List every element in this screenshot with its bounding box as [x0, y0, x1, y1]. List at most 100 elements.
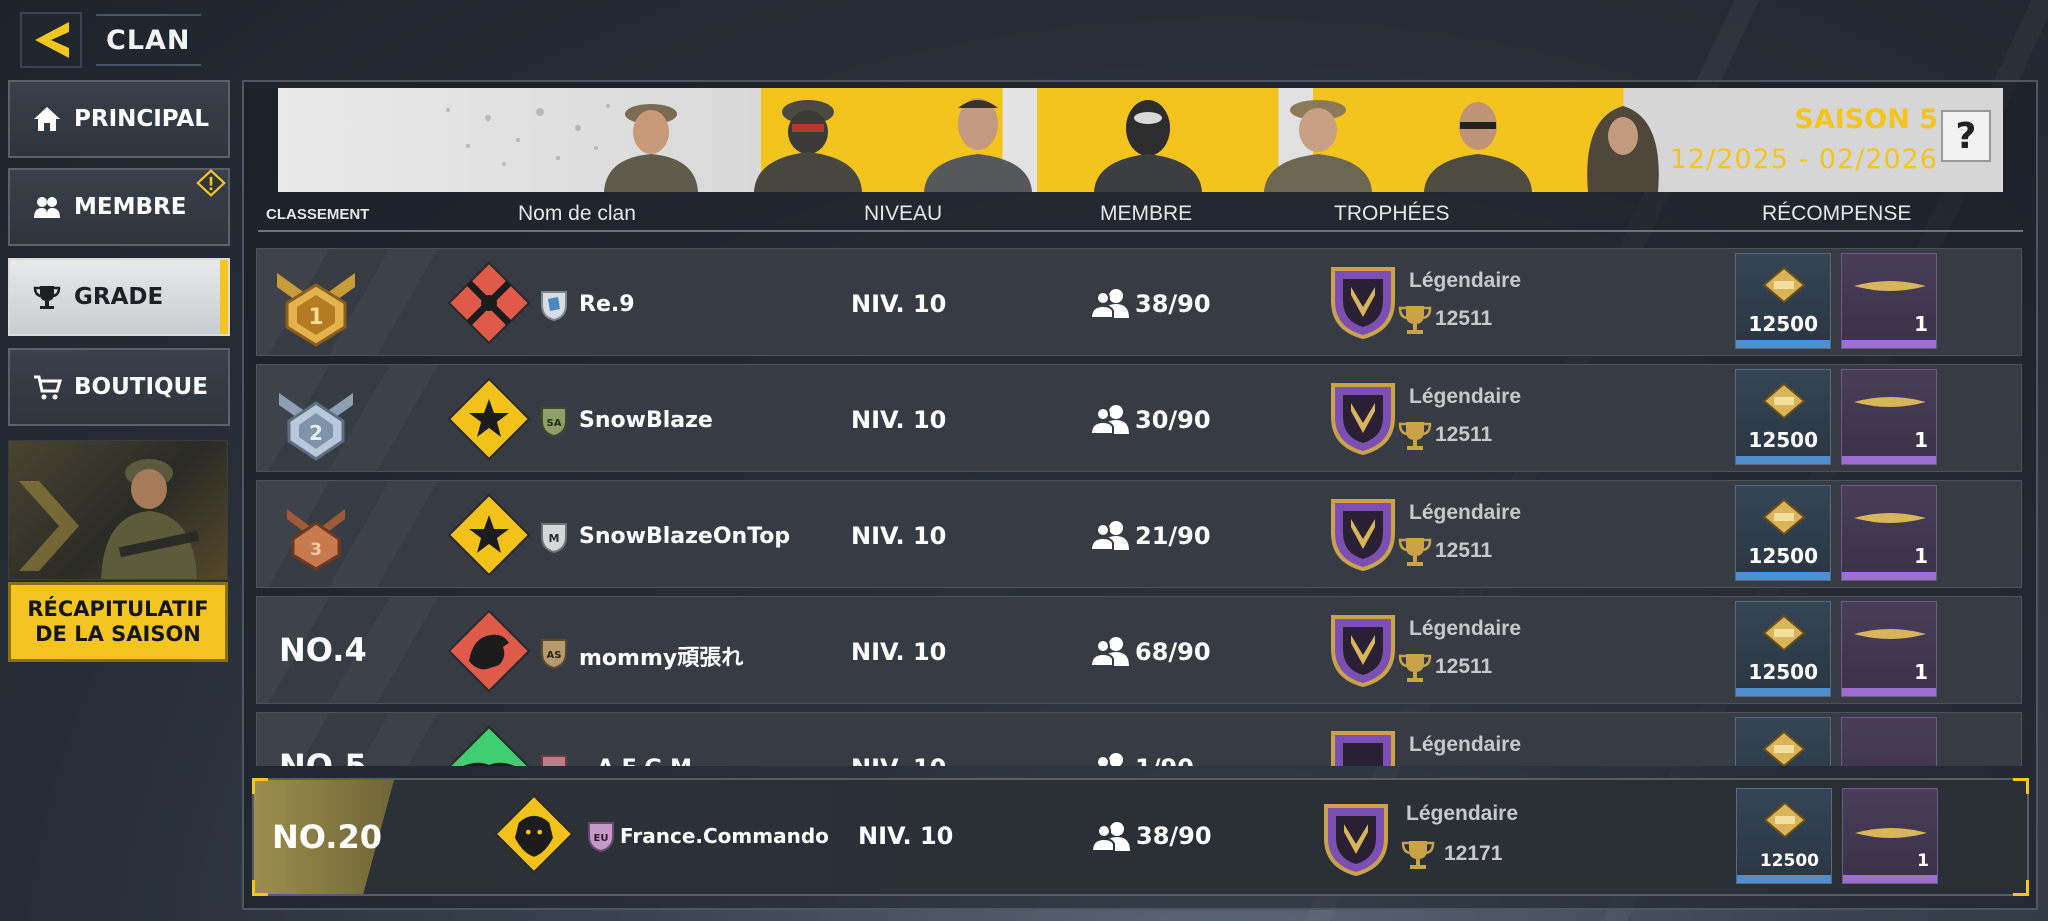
reward-points-box[interactable]: 12500: [1735, 253, 1831, 349]
leaderboard-row[interactable]: NO.4 AS mommy頑張れ NIV. 10 68/90 Légendair: [256, 596, 2022, 704]
reward-item-box[interactable]: 1: [1841, 253, 1937, 349]
reward-item-box[interactable]: 1: [1842, 788, 1938, 884]
clan-name: A F G M: [597, 756, 692, 766]
reward-item-box[interactable]: [1841, 717, 1937, 766]
members-icon: [1096, 753, 1123, 766]
gold-rank-medal-icon: 1: [277, 273, 355, 347]
reward-points-box[interactable]: 12500: [1735, 369, 1831, 465]
clan-members-count: 1/90: [1135, 754, 1194, 766]
reward-points-box[interactable]: [1735, 717, 1831, 766]
leaderboard-row[interactable]: 2 SA SnowBlaze NIV. 10 30/90 Légendaire …: [256, 364, 2022, 472]
reward-points-box[interactable]: 12500: [1735, 601, 1831, 697]
tier-name: Légendaire: [1409, 385, 1522, 408]
clan-members-count: 21/90: [1135, 522, 1211, 550]
header-clan-name: Nom de clan: [518, 202, 636, 225]
menu-membre[interactable]: MEMBRE: [8, 168, 230, 246]
clan-tag-icon: AS: [541, 639, 567, 669]
back-button[interactable]: [20, 12, 82, 68]
trophy-icon: [33, 286, 61, 309]
reward-item-box[interactable]: 1: [1841, 485, 1937, 581]
operator-portrait-icon: [604, 104, 698, 192]
clan-points-icon: [1762, 730, 1806, 766]
tier-name: Légendaire: [1409, 733, 1522, 756]
clan-points-icon: [1763, 801, 1807, 839]
operator-portrait-icon: [754, 100, 862, 192]
trophy-cup-icon: [1398, 538, 1432, 566]
leaderboard-row[interactable]: 1 Re.9 NIV. 10 38/90 Légendaire 12511 12…: [256, 248, 2022, 356]
star-emblem-icon: [447, 493, 531, 577]
header-trophies: TROPHÉES: [1334, 202, 1450, 225]
tier-name: Légendaire: [1409, 617, 1522, 640]
operator-portrait-icon: [1094, 100, 1202, 192]
cart-icon: [34, 375, 62, 400]
clan-points-icon: [1762, 266, 1806, 304]
header-members: MEMBRE: [1100, 202, 1193, 225]
crossed-swords-emblem-icon: [447, 261, 531, 345]
tier-name: Légendaire: [1406, 802, 1519, 825]
operator-portrait-icon: [1264, 100, 1372, 192]
members-icon: [1091, 637, 1129, 667]
help-button[interactable]: ?: [1941, 110, 1991, 162]
clan-name: SnowBlaze: [579, 408, 713, 433]
menu-label-boutique: BOUTIQUE: [74, 374, 208, 400]
clan-members-count: 68/90: [1135, 638, 1211, 666]
members-icon: [1092, 822, 1130, 852]
weapon-charm-icon: [1854, 513, 1926, 523]
bronze-rank-medal-icon: 3: [287, 509, 345, 571]
svg-text:3: 3: [310, 540, 322, 560]
weapon-charm-icon: [1854, 629, 1926, 639]
trophy-count: 12511: [1435, 655, 1493, 678]
svg-text:EU: EU: [594, 833, 609, 844]
trophy-cup-icon: [1401, 841, 1435, 869]
season-recap-image[interactable]: [8, 440, 228, 580]
legendary-tier-badge-icon: [1324, 804, 1388, 876]
menu-boutique[interactable]: BOUTIQUE: [8, 348, 230, 426]
menu-label-grade: GRADE: [74, 284, 164, 310]
leaderboard-row[interactable]: NO.5 NA A F G M NIV. 10 1/90 Légendaire: [256, 712, 2022, 766]
shield-tag-icon: [541, 291, 567, 321]
leaderboard-list[interactable]: 1 Re.9 NIV. 10 38/90 Légendaire 12511 12…: [256, 248, 2022, 766]
menu-grade[interactable]: GRADE: [8, 258, 230, 336]
operator-portrait-icon: [924, 98, 1032, 192]
menu-principal[interactable]: PRINCIPAL: [8, 80, 230, 158]
reward-points-box[interactable]: 12500: [1735, 485, 1831, 581]
svg-text:1: 1: [308, 305, 323, 330]
weapon-charm-icon: [1855, 828, 1927, 838]
trophy-cup-icon: [1398, 422, 1432, 450]
svg-text:2: 2: [309, 421, 323, 445]
own-clan-row[interactable]: NO.20 EU France.Commando NIV. 10 38/90 L…: [252, 778, 2029, 896]
tier-name: Légendaire: [1409, 501, 1522, 524]
home-icon: [34, 107, 60, 131]
clan-points-icon: [1762, 614, 1806, 652]
star-emblem-icon: [447, 377, 531, 461]
svg-text:SA: SA: [547, 418, 562, 429]
leaderboard-row[interactable]: 3 M SnowBlazeOnTop NIV. 10 21/90 Légenda…: [256, 480, 2022, 588]
season-recap-button[interactable]: RÉCAPITULATIF DE LA SAISON: [8, 582, 228, 662]
clan-level: NIV. 10: [851, 290, 947, 318]
reward-item-box[interactable]: 1: [1841, 369, 1937, 465]
own-clan-name: France.Commando: [620, 824, 829, 848]
clan-points-icon: [1762, 498, 1806, 536]
operator-portrait-icon: [1424, 102, 1532, 192]
own-clan-members-count: 38/90: [1136, 822, 1212, 850]
weapon-charm-icon: [1854, 397, 1926, 407]
svg-text:M: M: [549, 532, 560, 545]
leaderboard-panel: SAISON 5 12/2025 - 02/2026 ? CLASSEMENT …: [242, 80, 2038, 910]
season-dates: 12/2025 - 02/2026: [1669, 144, 1938, 175]
exclamation-icon: [196, 169, 226, 197]
reward-points-box[interactable]: 12500: [1736, 788, 1832, 884]
season-banner: SAISON 5 12/2025 - 02/2026 ?: [278, 88, 2003, 192]
clan-name: Re.9: [579, 292, 635, 317]
clan-tag-icon: M: [541, 523, 567, 553]
tier-name: Légendaire: [1409, 269, 1522, 292]
legendary-tier-badge-icon: [1331, 267, 1395, 339]
legendary-tier-badge-icon: [1331, 383, 1395, 455]
members-icon: [34, 197, 60, 218]
beast-emblem-icon: [447, 609, 531, 693]
rank-number: NO.5: [279, 747, 367, 766]
reward-item-box[interactable]: 1: [1841, 601, 1937, 697]
trophy-cup-icon: [1398, 654, 1432, 682]
legendary-tier-badge-icon: [1331, 615, 1395, 687]
own-trophy-count: 12171: [1444, 842, 1503, 865]
operator-portrait-icon: [1587, 106, 1659, 192]
